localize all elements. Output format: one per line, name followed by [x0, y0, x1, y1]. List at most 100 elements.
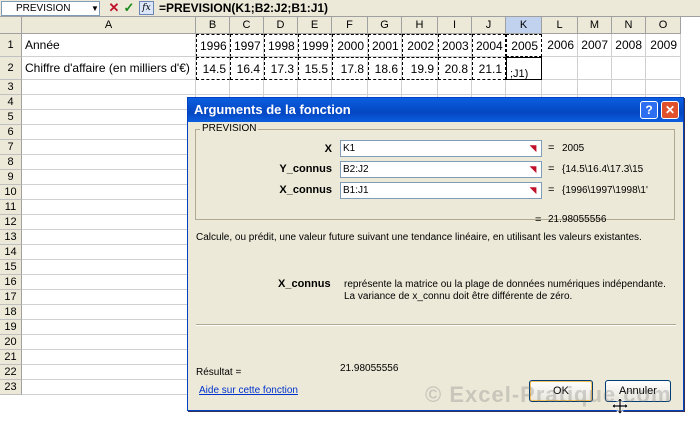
help-link[interactable]: Aide sur cette fonction	[199, 385, 298, 396]
chevron-down-icon[interactable]: ▼	[90, 2, 100, 15]
arg-y-connus-input[interactable]: B2:J2 ◥	[340, 161, 542, 178]
cell-e1[interactable]: 1999	[298, 34, 332, 57]
cell[interactable]	[22, 125, 196, 140]
column-header-k[interactable]: K	[506, 17, 542, 34]
row-header-17[interactable]: 17	[0, 290, 22, 305]
row-header-4[interactable]: 4	[0, 95, 22, 110]
cell-f2[interactable]: 17.8	[332, 57, 368, 80]
cell-d1[interactable]: 1998	[264, 34, 298, 57]
dialog-title[interactable]: Arguments de la fonction	[188, 98, 683, 122]
cell-h1[interactable]: 2002	[402, 34, 438, 57]
row-header-8[interactable]: 8	[0, 155, 22, 170]
cell-n2[interactable]	[612, 57, 646, 80]
cell[interactable]	[22, 335, 196, 350]
row-header-5[interactable]: 5	[0, 110, 22, 125]
row-header-14[interactable]: 14	[0, 245, 22, 260]
cell[interactable]	[22, 140, 196, 155]
cell[interactable]	[22, 230, 196, 245]
cell[interactable]	[578, 80, 612, 95]
cell[interactable]	[22, 95, 196, 110]
row-header-13[interactable]: 13	[0, 230, 22, 245]
cell[interactable]	[22, 215, 196, 230]
column-header-n[interactable]: N	[612, 17, 646, 34]
row-header-15[interactable]: 15	[0, 260, 22, 275]
cell[interactable]	[646, 80, 681, 95]
select-all-corner[interactable]	[0, 17, 22, 34]
name-box[interactable]: PREVISION ▼	[1, 1, 100, 16]
row-header-20[interactable]: 20	[0, 335, 22, 350]
column-header-m[interactable]: M	[578, 17, 612, 34]
cell[interactable]	[22, 365, 196, 380]
cell[interactable]	[22, 350, 196, 365]
cell[interactable]	[332, 80, 368, 95]
row-header-18[interactable]: 18	[0, 305, 22, 320]
column-header-f[interactable]: F	[332, 17, 368, 34]
column-header-j[interactable]: J	[472, 17, 506, 34]
column-header-a[interactable]: A	[22, 17, 196, 34]
cell-o2[interactable]	[646, 57, 681, 80]
cell-b1[interactable]: 1996	[196, 34, 230, 57]
cell[interactable]	[472, 80, 506, 95]
cell[interactable]	[368, 80, 402, 95]
collapse-dialog-icon[interactable]: ◥	[526, 142, 540, 155]
row-header-16[interactable]: 16	[0, 275, 22, 290]
cell-e2[interactable]: 15.5	[298, 57, 332, 80]
cell-l1[interactable]: 2006	[542, 34, 578, 57]
row-header-12[interactable]: 12	[0, 215, 22, 230]
cell[interactable]	[542, 80, 578, 95]
row-header-6[interactable]: 6	[0, 125, 22, 140]
cell[interactable]	[22, 320, 196, 335]
cell-n1[interactable]: 2008	[612, 34, 646, 57]
cell-m2[interactable]	[578, 57, 612, 80]
cell[interactable]	[196, 80, 230, 95]
formula-input[interactable]: =PREVISION(K1;B2:J2;B1:J1)	[159, 0, 328, 16]
row-header-7[interactable]: 7	[0, 140, 22, 155]
cancel-formula-icon[interactable]: ✕	[107, 0, 121, 16]
row-header-3[interactable]: 3	[0, 80, 22, 95]
cell-j1[interactable]: 2004	[472, 34, 506, 57]
arg-x-input[interactable]: K1 ◥	[340, 140, 542, 157]
cell[interactable]	[22, 380, 196, 395]
cell-c1[interactable]: 1997	[230, 34, 264, 57]
arg-x-connus-input[interactable]: B1:J1 ◥	[340, 182, 542, 199]
cell[interactable]	[438, 80, 472, 95]
cell-a2[interactable]: Chiffre d'affaire (en milliers d'€)	[22, 57, 196, 80]
column-header-d[interactable]: D	[264, 17, 298, 34]
cell-c2[interactable]: 16.4	[230, 57, 264, 80]
cell[interactable]	[298, 80, 332, 95]
close-icon[interactable]: ✕	[661, 101, 679, 119]
cell[interactable]	[22, 155, 196, 170]
row-header-23[interactable]: 23	[0, 380, 22, 395]
row-header-22[interactable]: 22	[0, 365, 22, 380]
cell[interactable]	[22, 305, 196, 320]
cell[interactable]	[402, 80, 438, 95]
column-header-o[interactable]: O	[646, 17, 681, 34]
row-header-1[interactable]: 1	[0, 34, 22, 57]
cell[interactable]	[264, 80, 298, 95]
cell-f1[interactable]: 2000	[332, 34, 368, 57]
cell[interactable]	[230, 80, 264, 95]
cell-g1[interactable]: 2001	[368, 34, 402, 57]
row-header-11[interactable]: 11	[0, 200, 22, 215]
column-header-c[interactable]: C	[230, 17, 264, 34]
row-header-21[interactable]: 21	[0, 350, 22, 365]
cell[interactable]	[22, 275, 196, 290]
cell-d2[interactable]: 17.3	[264, 57, 298, 80]
cell-o1[interactable]: 2009	[646, 34, 681, 57]
column-header-i[interactable]: I	[438, 17, 472, 34]
column-header-l[interactable]: L	[542, 17, 578, 34]
enter-formula-icon[interactable]: ✓	[122, 0, 136, 16]
cell[interactable]	[22, 110, 196, 125]
insert-function-button[interactable]: fx	[139, 1, 154, 15]
cell-g2[interactable]: 18.6	[368, 57, 402, 80]
cell-k2[interactable]: ;J1)	[506, 57, 542, 80]
row-header-19[interactable]: 19	[0, 320, 22, 335]
row-header-10[interactable]: 10	[0, 185, 22, 200]
column-header-b[interactable]: B	[196, 17, 230, 34]
cell[interactable]	[22, 200, 196, 215]
cell-h2[interactable]: 19.9	[402, 57, 438, 80]
column-header-g[interactable]: G	[368, 17, 402, 34]
help-icon[interactable]: ?	[640, 101, 658, 119]
collapse-dialog-icon[interactable]: ◥	[526, 163, 540, 176]
collapse-dialog-icon[interactable]: ◥	[526, 184, 540, 197]
